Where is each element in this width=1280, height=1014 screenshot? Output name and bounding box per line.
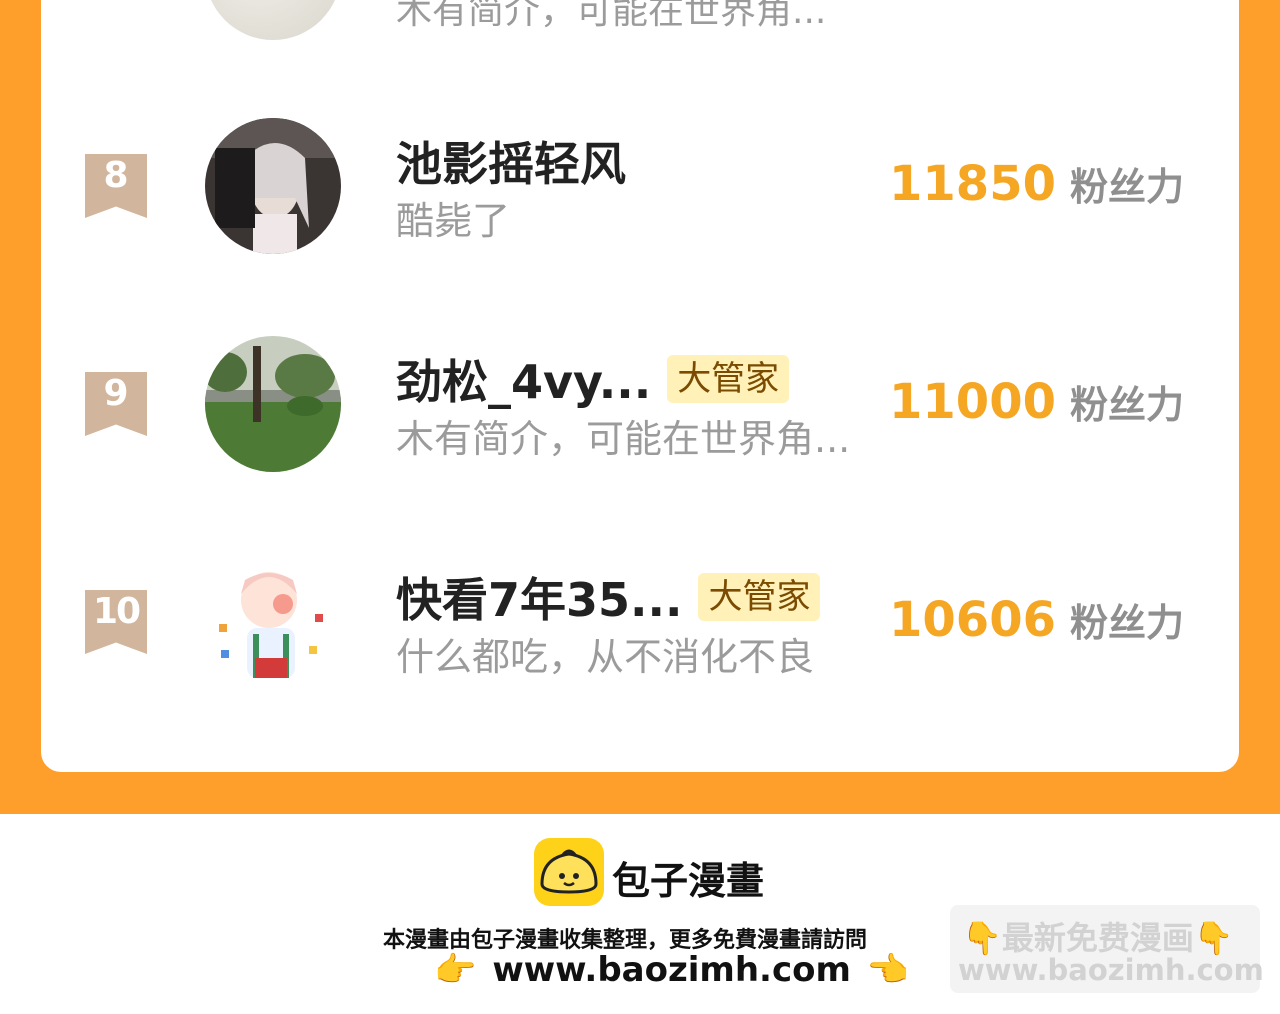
fan-power-label: 粉丝力 [1070,165,1185,209]
fan-power-value: 10606 [889,592,1056,648]
rank-badge: 9 [85,372,147,436]
user-name[interactable]: 池影摇轻风 [396,128,626,194]
butler-badge: 大管家 [698,573,821,621]
butler-badge: 大管家 [667,355,790,403]
avatar[interactable] [205,0,341,40]
avatar[interactable] [205,554,341,690]
rank-badge: 8 [85,154,147,218]
ranking-row[interactable]: 10 快看7年35... 大管家 什么都吃，从不消化不良 10606 粉丝力 [41,554,1239,714]
rank-number: 9 [103,373,129,414]
rank-number: 8 [103,155,129,196]
ranking-row[interactable]: 8 池影摇轻风 酷毙了 11850 粉丝力 [41,118,1239,278]
brand-name: 包子漫畫 [612,859,765,903]
fan-power-label: 粉丝力 [1070,601,1185,645]
fan-power: 11000 粉丝力 [889,374,1184,430]
user-name[interactable]: 劲松_4vy... [396,346,651,412]
rank-badge: 10 [85,590,147,654]
rank-number: 10 [92,591,141,632]
user-description: 酷毙了 [396,199,511,243]
pointing-left-icon: 👈 [866,950,910,990]
ranking-row[interactable]: 9 劲松_4vy... 大管家 木有简介，可能在世界角... 11000 粉丝力 [41,336,1239,496]
user-description: 木有简介，可能在世界角... [396,417,851,461]
user-description: 木有简介，可能在世界角... [396,0,827,32]
fan-power-value: 11000 [889,374,1056,430]
user-name[interactable]: 快看7年35... [396,564,682,630]
fan-power-label: 粉丝力 [1070,383,1185,427]
site-link[interactable]: www.baozimh.com [492,950,851,990]
avatar[interactable] [205,118,341,254]
baozi-logo-icon [534,838,604,906]
watermark: 👇最新免费漫画👇 www.baozimh.com [950,905,1264,993]
footer-url-row[interactable]: 👉 www.baozimh.com 👈 [434,950,909,990]
fan-power-value: 11850 [889,156,1056,212]
fan-power: 11850 粉丝力 [889,156,1184,212]
watermark-url: www.baozimh.com [958,953,1264,987]
ranking-card: 木有简介，可能在世界角... 8 池影摇轻风 酷毙了 11850 粉丝力 9 劲… [41,0,1239,772]
pointing-right-icon: 👉 [434,950,477,990]
fan-power: 10606 粉丝力 [889,592,1184,648]
user-description: 什么都吃，从不消化不良 [396,635,815,679]
avatar[interactable] [205,336,341,472]
